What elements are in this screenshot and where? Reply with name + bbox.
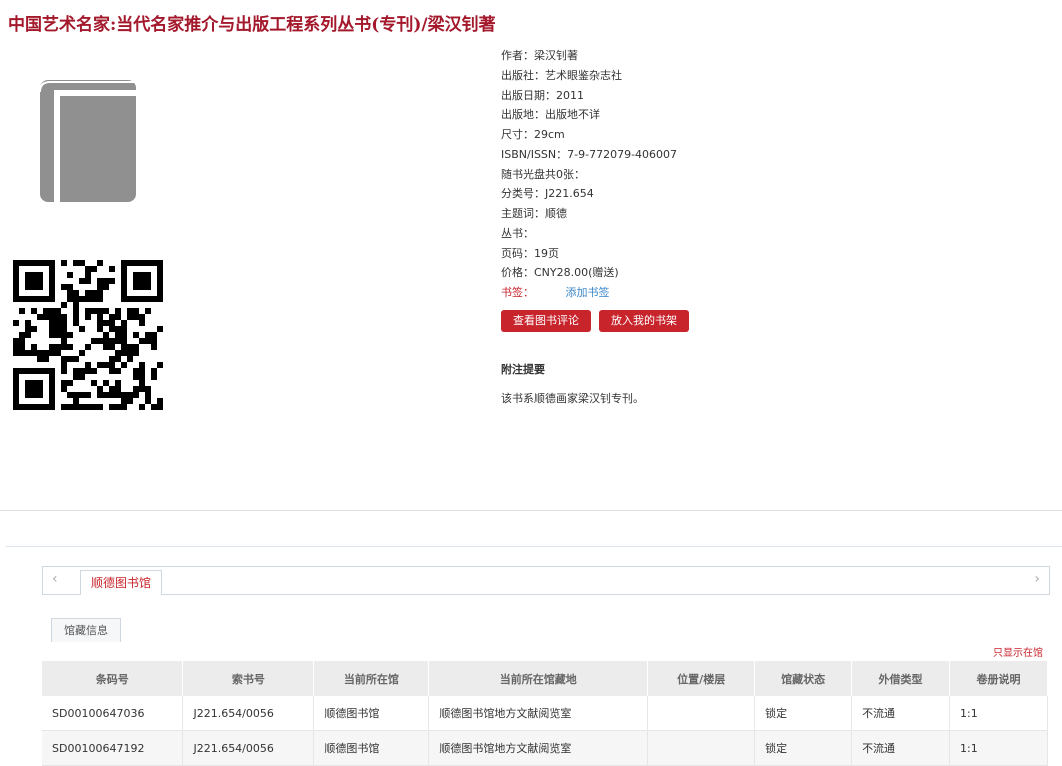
add-bookmark-link[interactable]: 添加书签 bbox=[566, 286, 610, 299]
only-available-link[interactable]: 只显示在馆 bbox=[993, 644, 1043, 659]
bookmark-row: 书签： 添加书签 bbox=[501, 283, 677, 303]
col-library: 当前所在馆 bbox=[313, 661, 430, 696]
cell-volume: 1:1 bbox=[949, 730, 1048, 766]
cell-floor bbox=[647, 696, 756, 731]
tab-library[interactable]: 顺德图书馆 bbox=[80, 570, 163, 595]
cell-location: 顺德图书馆地方文献阅览室 bbox=[428, 730, 649, 766]
note-body: 该书系顺德画家梁汉钊专刊。 bbox=[501, 392, 644, 405]
chevron-right-icon[interactable]: › bbox=[1034, 571, 1040, 587]
col-callno: 索书号 bbox=[182, 661, 315, 696]
divider bbox=[0, 510, 1062, 511]
library-tabstrip: ‹ 顺德图书馆 › bbox=[42, 566, 1050, 595]
meta-pages: 页码：19页 bbox=[501, 246, 559, 260]
holdings-table: 条码号 索书号 当前所在馆 当前所在馆藏地 位置/楼层 馆藏状态 外借类型 卷册… bbox=[42, 661, 1048, 766]
col-status: 馆藏状态 bbox=[754, 661, 853, 696]
cell-callno: J221.654/0056 bbox=[182, 730, 315, 766]
cell-library: 顺德图书馆 bbox=[313, 730, 430, 766]
cell-status: 锁定 bbox=[754, 730, 853, 766]
col-location: 当前所在馆藏地 bbox=[428, 661, 649, 696]
col-volume: 卷册说明 bbox=[949, 661, 1048, 696]
qr-code bbox=[13, 260, 163, 410]
cell-loan-type: 不流通 bbox=[851, 696, 950, 731]
table-row: SD00100647192 J221.654/0056 顺德图书馆 顺德图书馆地… bbox=[42, 730, 1048, 766]
meta-author: 作者：梁汉钊著 bbox=[501, 49, 578, 62]
book-icon bbox=[39, 80, 136, 202]
cell-loan-type: 不流通 bbox=[851, 730, 950, 766]
table-row: SD00100647036 J221.654/0056 顺德图书馆 顺德图书馆地… bbox=[42, 696, 1048, 731]
meta-cd: 随书光盘共0张： bbox=[501, 167, 585, 181]
meta-publisher: 出版社：艺术眼鉴杂志社 bbox=[501, 68, 622, 82]
cell-floor bbox=[647, 730, 756, 766]
page-title: 中国艺术名家:当代名家推介与出版工程系列丛书(专刊)/梁汉钊著 bbox=[8, 15, 496, 35]
table-header-row: 条码号 索书号 当前所在馆 当前所在馆藏地 位置/楼层 馆藏状态 外借类型 卷册… bbox=[42, 661, 1048, 696]
chevron-left-icon[interactable]: ‹ bbox=[52, 571, 58, 587]
meta-classno: 分类号：J221.654 bbox=[501, 187, 594, 201]
meta-price: 价格：CNY28.00(赠送) bbox=[501, 266, 619, 280]
col-floor: 位置/楼层 bbox=[647, 661, 756, 696]
book-metadata: 作者：梁汉钊著 出版社：艺术眼鉴杂志社 出版日期：2011 出版地：出版地不详 … bbox=[501, 46, 677, 303]
cell-barcode: SD00100647192 bbox=[42, 730, 184, 766]
meta-size: 尺寸：29cm bbox=[501, 128, 565, 141]
cell-barcode: SD00100647036 bbox=[42, 696, 184, 731]
meta-isbn: ISBN/ISSN：7-9-772079-406007 bbox=[501, 147, 678, 161]
cell-location: 顺德图书馆地方文献阅览室 bbox=[428, 696, 649, 731]
tab-holdings-info[interactable]: 馆藏信息 bbox=[51, 618, 121, 642]
cell-callno: J221.654/0056 bbox=[182, 696, 315, 731]
cell-library: 顺德图书馆 bbox=[313, 696, 430, 731]
meta-date: 出版日期：2011 bbox=[501, 88, 584, 102]
col-barcode: 条码号 bbox=[42, 661, 184, 696]
view-reviews-button[interactable]: 查看图书评论 bbox=[501, 310, 591, 332]
note-heading: 附注提要 bbox=[501, 363, 545, 376]
meta-place: 出版地：出版地不详 bbox=[501, 108, 600, 122]
col-loan-type: 外借类型 bbox=[851, 661, 950, 696]
action-buttons: 查看图书评论 放入我的书架 bbox=[501, 310, 689, 332]
cell-volume: 1:1 bbox=[949, 696, 1048, 731]
add-to-shelf-button[interactable]: 放入我的书架 bbox=[599, 310, 689, 332]
bookmark-label: 书签： bbox=[501, 286, 534, 299]
meta-series: 丛书： bbox=[501, 226, 534, 240]
meta-subject: 主题词：顺德 bbox=[501, 207, 567, 220]
cell-status: 锁定 bbox=[754, 696, 853, 731]
